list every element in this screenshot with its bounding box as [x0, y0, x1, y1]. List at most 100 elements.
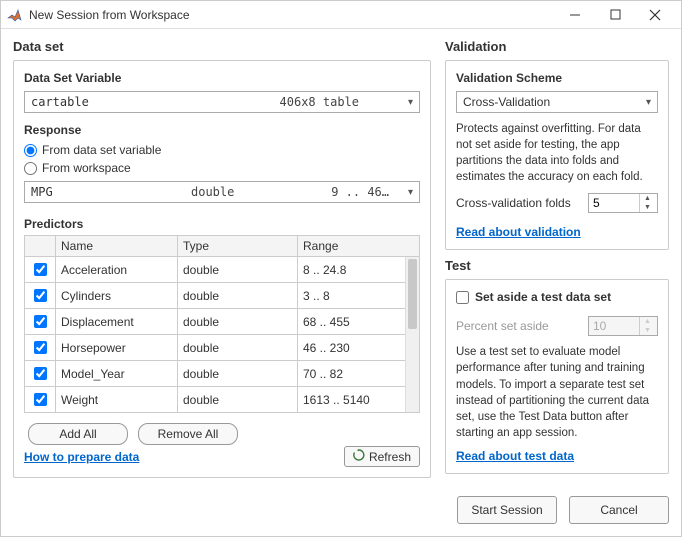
row-checkbox[interactable] [34, 341, 47, 354]
spinner-down-icon[interactable]: ▼ [640, 203, 655, 212]
row-name: Horsepower [56, 335, 178, 361]
predictors-table: Name Type Range Accelerationdouble8 .. 2… [24, 235, 420, 413]
folds-spinner[interactable]: ▲ ▼ [588, 193, 658, 213]
table-row: Horsepowerdouble46 .. 230 [25, 335, 420, 361]
row-range: 68 .. 455 [298, 309, 420, 335]
percent-row: Percent set aside ▲ ▼ [456, 316, 658, 336]
scrollbar-thumb[interactable] [408, 259, 417, 329]
row-checkbox[interactable] [34, 315, 47, 328]
data-set-group: Data Set Variable cartable 406x8 table R… [13, 60, 431, 478]
radio-label: From workspace [42, 161, 131, 175]
table-row: Displacementdouble68 .. 455 [25, 309, 420, 335]
start-session-button[interactable]: Start Session [457, 496, 557, 524]
test-group: Set aside a test data set Percent set as… [445, 279, 669, 474]
table-scrollbar[interactable] [405, 257, 419, 412]
row-range: 70 .. 82 [298, 361, 420, 387]
spinner-down-icon: ▼ [640, 326, 655, 335]
window-title: New Session from Workspace [29, 8, 555, 22]
data-set-variable-dropdown[interactable]: cartable 406x8 table [24, 91, 420, 113]
table-row: Weightdouble1613 .. 5140 [25, 387, 420, 413]
data-set-heading: Data set [13, 39, 431, 54]
response-from-workspace-radio[interactable]: From workspace [24, 161, 420, 175]
dropdown-meta: 406x8 table [280, 95, 359, 109]
table-row: Cylindersdouble3 .. 8 [25, 283, 420, 309]
dialog-window: New Session from Workspace Data set Data… [0, 0, 682, 537]
table-row: Accelerationdouble8 .. 24.8 [25, 257, 420, 283]
row-checkbox[interactable] [34, 367, 47, 380]
folds-input[interactable] [589, 196, 639, 210]
refresh-icon [353, 449, 365, 464]
minimize-button[interactable] [555, 1, 595, 29]
titlebar: New Session from Workspace [1, 1, 681, 29]
add-all-button[interactable]: Add All [28, 423, 128, 445]
range-header: Range [298, 236, 420, 257]
refresh-label: Refresh [369, 450, 411, 464]
row-name: Model_Year [56, 361, 178, 387]
how-to-prepare-link[interactable]: How to prepare data [24, 450, 139, 464]
row-checkbox[interactable] [34, 393, 47, 406]
predictor-buttons: Add All Remove All [24, 423, 420, 445]
dropdown-value: cartable [31, 95, 89, 109]
row-name: Acceleration [56, 257, 178, 283]
row-name: Displacement [56, 309, 178, 335]
table-row: Model_Yeardouble70 .. 82 [25, 361, 420, 387]
row-type: double [178, 257, 298, 283]
content-area: Data set Data Set Variable cartable 406x… [1, 29, 681, 496]
row-range: 46 .. 230 [298, 335, 420, 361]
predictors-table-wrap: Name Type Range Accelerationdouble8 .. 2… [24, 235, 420, 413]
row-range: 8 .. 24.8 [298, 257, 420, 283]
radio-label: From data set variable [42, 143, 161, 157]
row-checkbox[interactable] [34, 289, 47, 302]
read-about-validation-link[interactable]: Read about validation [456, 225, 581, 239]
validation-scheme-dropdown[interactable]: Cross-Validation [456, 91, 658, 113]
response-value: MPG [31, 185, 191, 199]
test-description: Use a test set to evaluate model perform… [456, 344, 658, 441]
row-type: double [178, 387, 298, 413]
response-type: double [191, 185, 321, 199]
radio-input[interactable] [24, 144, 37, 157]
footer-buttons: Start Session Cancel [1, 496, 681, 536]
checkbox-header [25, 236, 56, 257]
response-label: Response [24, 123, 420, 137]
validation-scheme-value: Cross-Validation [463, 95, 550, 109]
type-header: Type [178, 236, 298, 257]
table-header-row: Name Type Range [25, 236, 420, 257]
response-from-dataset-radio[interactable]: From data set variable [24, 143, 420, 157]
spinner-buttons: ▲ ▼ [639, 317, 655, 335]
matlab-app-icon [7, 7, 23, 23]
validation-group: Validation Scheme Cross-Validation Prote… [445, 60, 669, 250]
row-type: double [178, 283, 298, 309]
row-name: Weight [56, 387, 178, 413]
spinner-up-icon[interactable]: ▲ [640, 194, 655, 203]
folds-row: Cross-validation folds ▲ ▼ [456, 193, 658, 213]
data-set-variable-label: Data Set Variable [24, 71, 420, 85]
cancel-button[interactable]: Cancel [569, 496, 669, 524]
percent-input [589, 319, 639, 333]
percent-label: Percent set aside [456, 319, 580, 333]
validation-description: Protects against overfitting. For data n… [456, 121, 658, 185]
row-type: double [178, 335, 298, 361]
response-variable-dropdown[interactable]: MPG double 9 .. 46… [24, 181, 420, 203]
row-checkbox[interactable] [34, 263, 47, 276]
row-range: 3 .. 8 [298, 283, 420, 309]
radio-input[interactable] [24, 162, 37, 175]
checkbox-input[interactable] [456, 291, 469, 304]
refresh-button[interactable]: Refresh [344, 446, 420, 467]
maximize-button[interactable] [595, 1, 635, 29]
remove-all-button[interactable]: Remove All [138, 423, 238, 445]
validation-scheme-label: Validation Scheme [456, 71, 658, 85]
right-panel: Validation Validation Scheme Cross-Valid… [445, 39, 669, 486]
spinner-buttons: ▲ ▼ [639, 194, 655, 212]
close-button[interactable] [635, 1, 675, 29]
set-aside-test-checkbox[interactable]: Set aside a test data set [456, 290, 658, 304]
set-aside-label: Set aside a test data set [475, 290, 611, 304]
read-about-test-link[interactable]: Read about test data [456, 449, 574, 463]
row-name: Cylinders [56, 283, 178, 309]
validation-heading: Validation [445, 39, 669, 54]
spinner-up-icon: ▲ [640, 317, 655, 326]
data-set-footer: How to prepare data Refresh [24, 446, 420, 467]
data-set-panel: Data set Data Set Variable cartable 406x… [13, 39, 431, 486]
row-range: 1613 .. 5140 [298, 387, 420, 413]
predictors-label: Predictors [24, 217, 420, 231]
percent-spinner: ▲ ▼ [588, 316, 658, 336]
